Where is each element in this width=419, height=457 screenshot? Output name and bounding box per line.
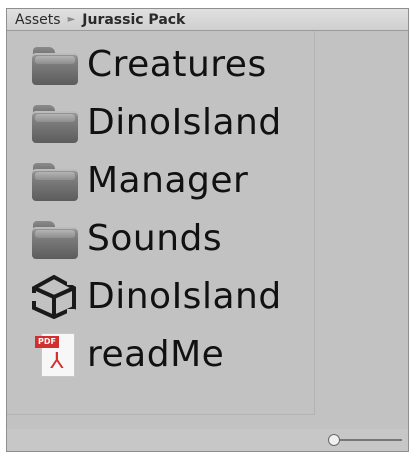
asset-label: readMe	[87, 334, 225, 375]
asset-grid: Creatures DinoIsland Manager Sounds Dino…	[7, 31, 315, 415]
zoom-slider-thumb[interactable]	[328, 434, 340, 446]
asset-item-dinoisland-folder[interactable]: DinoIsland	[29, 97, 282, 149]
folder-icon	[29, 217, 79, 261]
asset-label: Manager	[87, 160, 249, 201]
breadcrumb-separator-icon: ►	[67, 14, 76, 25]
pdf-badge: PDF	[35, 336, 59, 348]
asset-item-manager[interactable]: Manager	[29, 155, 248, 207]
project-window: Assets ► Jurassic Pack Creatures DinoIsl…	[6, 8, 409, 452]
asset-label: DinoIsland	[87, 102, 282, 143]
asset-item-sounds[interactable]: Sounds	[29, 213, 222, 265]
footer-bar	[7, 429, 408, 451]
zoom-slider-track[interactable]	[334, 439, 402, 441]
asset-item-creatures[interactable]: Creatures	[29, 39, 267, 91]
breadcrumb: Assets ► Jurassic Pack	[7, 9, 408, 31]
asset-label: DinoIsland	[87, 276, 282, 317]
asset-item-dinoisland-scene[interactable]: DinoIsland	[29, 271, 282, 323]
folder-icon	[29, 43, 79, 87]
asset-item-readme[interactable]: PDF ⅄ readMe	[29, 329, 224, 381]
pdf-icon: PDF ⅄	[29, 333, 79, 377]
asset-label: Creatures	[87, 44, 267, 85]
folder-icon	[29, 101, 79, 145]
asset-label: Sounds	[87, 218, 223, 259]
breadcrumb-current[interactable]: Jurassic Pack	[82, 12, 185, 28]
folder-icon	[29, 159, 79, 203]
unity-scene-icon	[29, 274, 79, 320]
breadcrumb-root[interactable]: Assets	[15, 12, 61, 28]
